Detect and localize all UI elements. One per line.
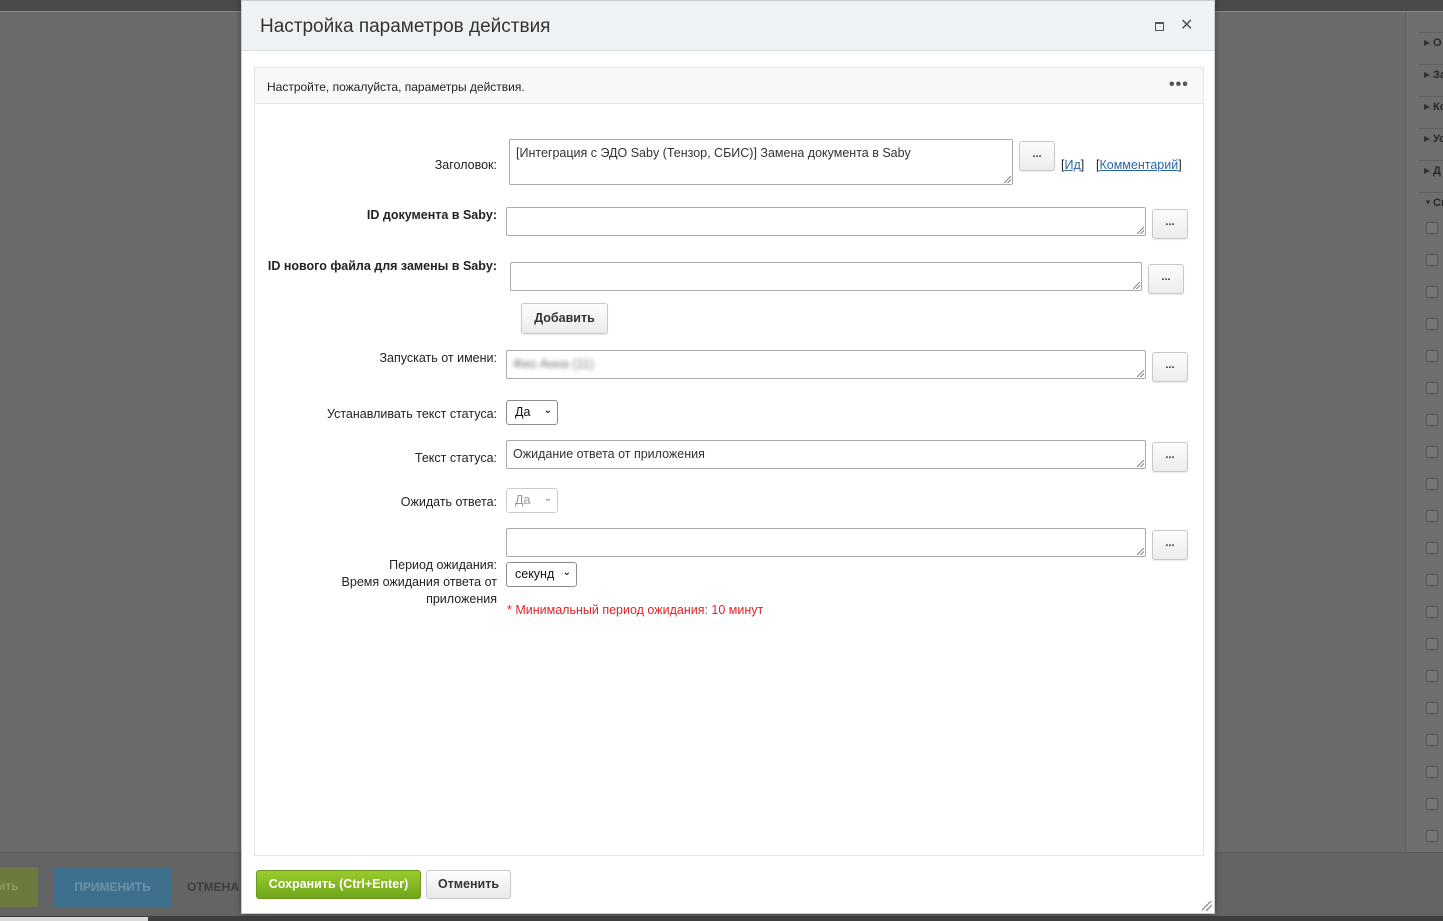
activity-icon [1426, 798, 1438, 810]
background-apply-button: ПРИМЕНИТЬ [54, 867, 171, 907]
settings-panel: Настройте, пожалуйста, параметры действи… [254, 67, 1204, 856]
activity-icon [1426, 222, 1438, 234]
activity-icon [1426, 638, 1438, 650]
chevron-right-icon: ▶ [1424, 134, 1431, 143]
set-status-label: Устанавливать текст статуса: [326, 407, 497, 421]
period-unit-select[interactable]: секунд ⌄ [506, 562, 577, 587]
chevron-down-icon: ▼ [1424, 198, 1432, 207]
chevron-right-icon: ▶ [1424, 166, 1431, 175]
doc-id-label: ID документа в Saby: [366, 208, 497, 222]
activity-icon [1426, 478, 1438, 490]
set-status-select-value: Да [515, 405, 531, 419]
period-label-line: Период ожидания: [389, 558, 497, 572]
activity-icon [1426, 670, 1438, 682]
dialog-title: Настройка параметров действия [260, 16, 551, 37]
background-save-button: ить [0, 867, 38, 907]
maximize-icon[interactable] [1155, 22, 1164, 31]
chevron-right-icon: ▶ [1424, 102, 1431, 111]
wait-label: Ожидать ответа: [400, 495, 497, 509]
wait-select[interactable]: Да ⌄ [506, 488, 558, 513]
new-file-insert-button[interactable]: ... [1148, 264, 1184, 294]
dialog-resize-handle-icon[interactable] [1202, 901, 1212, 911]
close-icon[interactable]: ✕ [1180, 16, 1193, 36]
activity-icon [1426, 414, 1438, 426]
run-as-field[interactable]: Фио Анна (11) [506, 350, 1146, 379]
period-insert-button[interactable]: ... [1152, 530, 1188, 560]
background-bottom-bar-highlight [0, 917, 148, 921]
add-file-button[interactable]: Добавить [521, 303, 608, 334]
activity-icon [1426, 830, 1438, 842]
sidebar-section: ▶ Д [1418, 160, 1443, 182]
chevron-right-icon: ▶ [1424, 70, 1431, 79]
activity-icon [1426, 702, 1438, 714]
title-insert-button[interactable]: ... [1019, 141, 1055, 171]
comment-link-wrap: [Комментарий] [1096, 158, 1182, 172]
chevron-down-icon: ⌄ [543, 405, 552, 416]
set-status-select[interactable]: Да ⌄ [506, 400, 558, 425]
activity-icon [1426, 286, 1438, 298]
title-label: Заголовок: [434, 158, 497, 172]
period-unit-select-value: секунд [515, 567, 555, 581]
resize-grip-icon[interactable] [1137, 370, 1144, 377]
activity-icon [1426, 734, 1438, 746]
more-icon[interactable]: ••• [1169, 76, 1189, 94]
panel-header: Настройте, пожалуйста, параметры действи… [255, 68, 1203, 104]
chevron-right-icon: ▶ [1424, 38, 1431, 47]
period-label-line: приложения [426, 592, 497, 606]
action-settings-dialog: Настройка параметров действия ✕ Настройт… [241, 0, 1215, 914]
sidebar-section: ▶ За [1418, 64, 1443, 86]
status-text-field-value: Ожидание ответа от приложения [513, 447, 705, 461]
background-bottom-bar [0, 916, 1443, 921]
chevron-down-icon: ⌄ [562, 567, 571, 578]
cancel-button[interactable]: Отменить [426, 870, 511, 899]
panel-intro-text: Настройте, пожалуйста, параметры действи… [267, 80, 525, 94]
activity-icon [1426, 446, 1438, 458]
title-field[interactable]: [Интеграция с ЭДО Saby (Тензор, СБИС)] З… [509, 139, 1013, 185]
resize-grip-icon[interactable] [1137, 227, 1144, 234]
sidebar-section: ▶ Ус [1418, 128, 1443, 150]
status-text-insert-button[interactable]: ... [1152, 442, 1188, 472]
new-file-label: ID нового файла для замены в Saby: [267, 259, 497, 273]
activity-icon [1426, 254, 1438, 266]
run-as-label: Запускать от имени: [379, 351, 497, 365]
id-link-wrap: [Ид] [1061, 158, 1085, 172]
wait-select-value: Да [515, 493, 531, 507]
resize-grip-icon[interactable] [1137, 548, 1144, 555]
id-link[interactable]: Ид [1064, 158, 1080, 172]
period-label-line: Время ожидания ответа от [341, 575, 497, 589]
chevron-down-icon: ⌄ [543, 493, 552, 504]
activity-icon [1426, 510, 1438, 522]
dialog-header[interactable]: Настройка параметров действия ✕ [242, 1, 1214, 51]
period-field[interactable] [506, 528, 1146, 557]
doc-id-insert-button[interactable]: ... [1152, 209, 1188, 239]
background-right-sidebar: ▶О ▶За ▶Ко ▶Ус ▶Д ▼Сп [1405, 12, 1443, 852]
sidebar-section: ▶ О [1418, 32, 1443, 54]
resize-grip-icon[interactable] [1137, 460, 1144, 467]
period-label: Период ожидания: Время ожидания ответа о… [255, 557, 497, 608]
activity-icon [1426, 574, 1438, 586]
save-button[interactable]: Сохранить (Ctrl+Enter) [256, 870, 421, 899]
run-as-insert-button[interactable]: ... [1152, 352, 1188, 382]
doc-id-field[interactable] [506, 207, 1146, 236]
run-as-field-value: Фио Анна (11) [513, 357, 594, 371]
resize-grip-icon[interactable] [1133, 282, 1140, 289]
activity-icon [1426, 542, 1438, 554]
new-file-field[interactable] [510, 262, 1142, 291]
activity-icon [1426, 318, 1438, 330]
sidebar-section: ▶Ко [1418, 96, 1443, 118]
resize-grip-icon[interactable] [1004, 176, 1011, 183]
activity-icon [1426, 606, 1438, 618]
comment-link[interactable]: Комментарий [1099, 158, 1178, 172]
sidebar-section: ▼Сп [1418, 192, 1443, 214]
activity-icon [1426, 382, 1438, 394]
status-text-field[interactable]: Ожидание ответа от приложения [506, 440, 1146, 469]
activity-icon [1426, 350, 1438, 362]
dialog-footer: Сохранить (Ctrl+Enter) Отменить [242, 857, 1214, 913]
title-field-value: [Интеграция с ЭДО Saby (Тензор, СБИС)] З… [516, 146, 911, 160]
activity-icon [1426, 766, 1438, 778]
status-text-label: Текст статуса: [414, 451, 497, 465]
background-cancel-link: ОТМЕНА [187, 880, 239, 894]
period-hint: * Минимальный период ожидания: 10 минут [507, 603, 764, 617]
